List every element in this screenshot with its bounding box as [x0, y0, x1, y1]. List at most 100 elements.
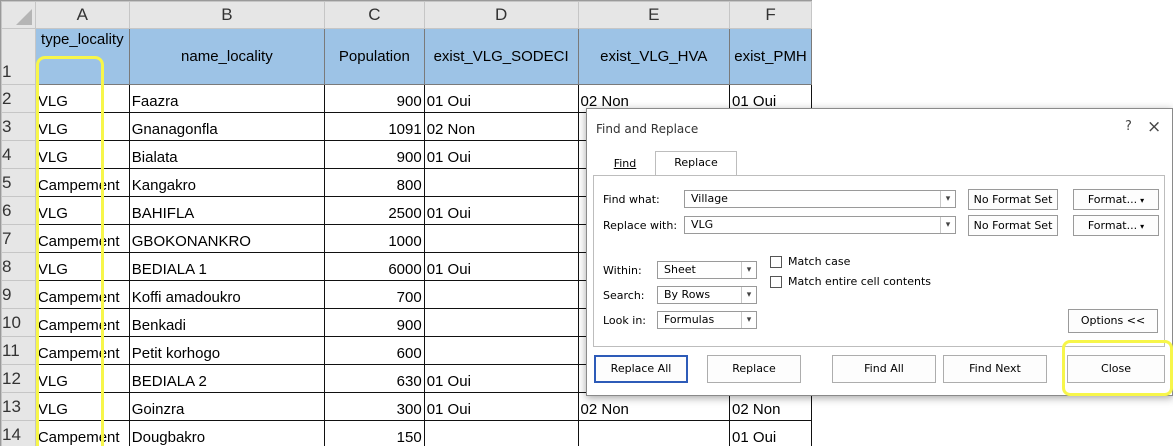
column-header-f[interactable]: F — [729, 1, 812, 29]
cell-population[interactable]: 300 — [324, 392, 425, 421]
look-in-select[interactable]: Formulas ▾ — [657, 311, 757, 329]
cell-exist-pmh[interactable]: 02 Non — [729, 392, 812, 421]
tab-find[interactable]: Find — [595, 153, 655, 175]
cell-type-locality[interactable]: Campement — [34, 224, 130, 253]
row-header[interactable]: 10 — [1, 308, 36, 337]
cell-type-locality[interactable]: VLG — [34, 140, 130, 169]
cell-type-locality[interactable]: Campement — [34, 280, 130, 309]
within-select[interactable]: Sheet ▾ — [657, 261, 757, 279]
find-all-button[interactable]: Find All — [832, 355, 936, 383]
cell-exist-vlg-hva[interactable]: 02 Non — [577, 392, 731, 421]
row-header[interactable]: 2 — [1, 84, 36, 113]
cell-population[interactable]: 2500 — [324, 196, 425, 225]
cell-exist-vlg-sodeci[interactable] — [423, 224, 579, 253]
find-format-button[interactable]: Format... ▾ — [1073, 189, 1159, 210]
cell-population[interactable]: 630 — [324, 364, 425, 393]
cell-header-exist-vlg-hva[interactable]: exist_VLG_HVA — [577, 28, 731, 85]
row-header[interactable]: 5 — [1, 168, 36, 197]
cell-population[interactable]: 600 — [324, 336, 425, 365]
row-header[interactable]: 14 — [1, 420, 36, 446]
column-header-e[interactable]: E — [577, 1, 731, 29]
column-header-a[interactable]: A — [34, 1, 130, 29]
match-entire-checkbox[interactable] — [770, 276, 782, 288]
cell-population[interactable]: 6000 — [324, 252, 425, 281]
cell-population[interactable]: 900 — [324, 84, 425, 113]
close-icon[interactable]: × — [1147, 117, 1161, 137]
chevron-down-icon[interactable]: ▾ — [940, 191, 955, 207]
chevron-down-icon[interactable]: ▾ — [940, 217, 955, 233]
cell-exist-vlg-hva[interactable] — [577, 420, 731, 446]
column-header-d[interactable]: D — [423, 1, 579, 29]
cell-name-locality[interactable]: Petit korhogo — [128, 336, 326, 365]
replace-with-input[interactable]: VLG ▾ — [684, 216, 956, 234]
cell-type-locality[interactable]: Campement — [34, 308, 130, 337]
cell-name-locality[interactable]: Faazra — [128, 84, 326, 113]
row-header[interactable]: 12 — [1, 364, 36, 393]
column-header-c[interactable]: C — [324, 1, 425, 29]
cell-header-type-locality[interactable]: type_locality — [34, 28, 130, 85]
cell-population[interactable]: 1091 — [324, 112, 425, 141]
cell-name-locality[interactable]: Koffi amadoukro — [128, 280, 326, 309]
cell-exist-vlg-sodeci[interactable] — [423, 420, 579, 446]
find-what-input[interactable]: Village ▾ — [684, 190, 956, 208]
cell-exist-vlg-sodeci[interactable]: 01 Oui — [423, 140, 579, 169]
cell-population[interactable]: 800 — [324, 168, 425, 197]
cell-type-locality[interactable]: Campement — [34, 168, 130, 197]
replace-button[interactable]: Replace — [707, 355, 801, 383]
select-all-corner[interactable] — [1, 1, 36, 29]
match-case-checkbox[interactable] — [770, 256, 782, 268]
cell-type-locality[interactable]: VLG — [34, 112, 130, 141]
cell-type-locality[interactable]: VLG — [34, 84, 130, 113]
cell-type-locality[interactable]: VLG — [34, 392, 130, 421]
cell-type-locality[interactable]: Campement — [34, 420, 130, 446]
cell-name-locality[interactable]: BEDIALA 2 — [128, 364, 326, 393]
cell-type-locality[interactable]: VLG — [34, 196, 130, 225]
options-button[interactable]: Options << — [1068, 309, 1158, 333]
cell-exist-vlg-sodeci[interactable]: 01 Oui — [423, 252, 579, 281]
cell-name-locality[interactable]: Gnanagonfla — [128, 112, 326, 141]
cell-exist-vlg-sodeci[interactable]: 02 Non — [423, 112, 579, 141]
cell-population[interactable]: 900 — [324, 308, 425, 337]
row-header[interactable]: 3 — [1, 112, 36, 141]
replace-format-button[interactable]: Format... ▾ — [1073, 215, 1159, 236]
cell-header-exist-vlg-sodeci[interactable]: exist_VLG_SODECI — [423, 28, 579, 85]
cell-header-population[interactable]: Population — [324, 28, 425, 85]
tab-replace[interactable]: Replace — [655, 151, 737, 176]
cell-name-locality[interactable]: Dougbakro — [128, 420, 326, 446]
close-button[interactable]: Close — [1067, 355, 1165, 383]
cell-population[interactable]: 700 — [324, 280, 425, 309]
replace-all-button[interactable]: Replace All — [594, 355, 688, 383]
cell-name-locality[interactable]: BEDIALA 1 — [128, 252, 326, 281]
cell-type-locality[interactable]: VLG — [34, 364, 130, 393]
column-header-b[interactable]: B — [128, 1, 326, 29]
cell-population[interactable]: 150 — [324, 420, 425, 446]
chevron-down-icon[interactable]: ▾ — [741, 287, 756, 303]
cell-header-name-locality[interactable]: name_locality — [128, 28, 326, 85]
cell-exist-vlg-sodeci[interactable]: 01 Oui — [423, 364, 579, 393]
help-button[interactable]: ? — [1125, 119, 1132, 134]
chevron-down-icon[interactable]: ▾ — [741, 312, 756, 328]
cell-exist-vlg-sodeci[interactable]: 01 Oui — [423, 196, 579, 225]
row-header[interactable]: 1 — [1, 28, 36, 85]
cell-exist-vlg-sodeci[interactable] — [423, 280, 579, 309]
cell-exist-pmh[interactable]: 01 Oui — [729, 420, 812, 446]
chevron-down-icon[interactable]: ▾ — [741, 262, 756, 278]
cell-exist-vlg-sodeci[interactable] — [423, 308, 579, 337]
cell-type-locality[interactable]: Campement — [34, 336, 130, 365]
cell-name-locality[interactable]: Bialata — [128, 140, 326, 169]
cell-name-locality[interactable]: Benkadi — [128, 308, 326, 337]
cell-exist-vlg-sodeci[interactable]: 01 Oui — [423, 84, 579, 113]
cell-name-locality[interactable]: GBOKONANKRO — [128, 224, 326, 253]
row-header[interactable]: 8 — [1, 252, 36, 281]
row-header[interactable]: 13 — [1, 392, 36, 421]
cell-name-locality[interactable]: Goinzra — [128, 392, 326, 421]
cell-exist-vlg-sodeci[interactable] — [423, 336, 579, 365]
cell-name-locality[interactable]: Kangakro — [128, 168, 326, 197]
cell-exist-vlg-sodeci[interactable]: 01 Oui — [423, 392, 579, 421]
find-next-button[interactable]: Find Next — [943, 355, 1047, 383]
row-header[interactable]: 11 — [1, 336, 36, 365]
cell-population[interactable]: 900 — [324, 140, 425, 169]
cell-name-locality[interactable]: BAHIFLA — [128, 196, 326, 225]
row-header[interactable]: 4 — [1, 140, 36, 169]
row-header[interactable]: 6 — [1, 196, 36, 225]
